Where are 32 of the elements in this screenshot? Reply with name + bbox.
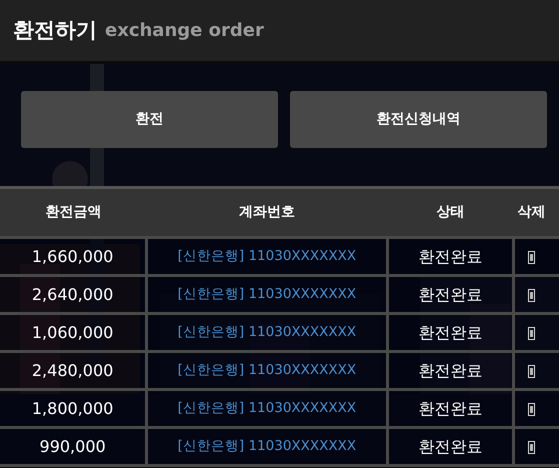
- account-cell: [신한은행] 11030XXXXXXX: [178, 324, 356, 340]
- page-subtitle: exchange order: [105, 19, 264, 43]
- status-cell: 환전완료: [418, 360, 482, 380]
- account-cell: [신한은행] 11030XXXXXXX: [178, 400, 356, 416]
- account-cell: [신한은행] 11030XXXXXXX: [178, 248, 356, 264]
- account-cell: [신한은행] 11030XXXXXXX: [178, 286, 356, 302]
- amount-cell: 1,800,000: [32, 398, 114, 418]
- column-header: 삭제: [518, 204, 546, 220]
- status-cell: 환전완료: [418, 398, 482, 418]
- tab-button[interactable]: 환전신청내역: [290, 91, 547, 148]
- column-header: 계좌번호: [238, 204, 295, 220]
- status-cell: 환전완료: [418, 284, 482, 304]
- amount-cell: 2,480,000: [32, 360, 114, 380]
- status-cell: 환전완료: [418, 246, 482, 266]
- amount-cell: 1,060,000: [32, 322, 114, 342]
- status-cell: 환전완료: [418, 436, 482, 456]
- account-cell: [신한은행] 11030XXXXXXX: [178, 362, 356, 378]
- amount-cell: 2,640,000: [32, 284, 114, 304]
- column-header: 상태: [436, 204, 464, 220]
- missing-glyph-icon[interactable]: [528, 364, 536, 378]
- missing-glyph-icon[interactable]: [528, 326, 536, 340]
- amount-cell: 990,000: [40, 436, 106, 456]
- missing-glyph-icon[interactable]: [528, 288, 536, 302]
- missing-glyph-icon[interactable]: [528, 440, 536, 454]
- account-cell: [신한은행] 11030XXXXXXX: [178, 438, 356, 454]
- column-header: 환전금액: [45, 204, 102, 220]
- status-cell: 환전완료: [418, 322, 482, 342]
- missing-glyph-icon[interactable]: [528, 402, 536, 416]
- tab-button[interactable]: 환전: [21, 91, 278, 148]
- amount-cell: 1,660,000: [32, 246, 114, 266]
- page-title: 환전하기: [13, 16, 97, 44]
- missing-glyph-icon[interactable]: [528, 250, 536, 264]
